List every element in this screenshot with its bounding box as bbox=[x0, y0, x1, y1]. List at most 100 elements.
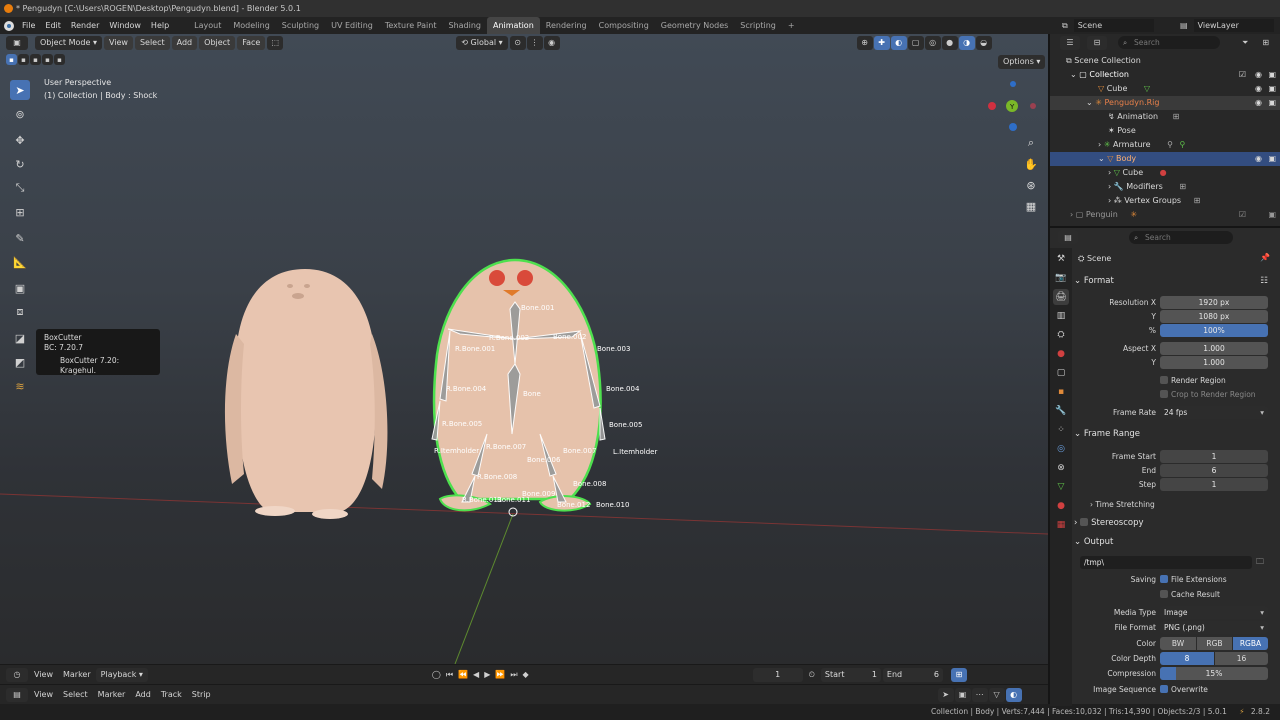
crop-region-checkbox[interactable]: Crop to Render Region bbox=[1160, 388, 1270, 401]
current-frame-field[interactable]: 1 bbox=[752, 667, 803, 682]
record-icon[interactable]: ◯ bbox=[432, 670, 441, 679]
outliner-row-cube[interactable]: ▽ Cube ▽ ◉ ▣ bbox=[1050, 82, 1280, 96]
outliner-row-modifiers[interactable]: › 🔧 Modifiers ⊞ bbox=[1050, 180, 1280, 194]
scene-selector[interactable]: ⧉ Scene bbox=[1062, 19, 1154, 32]
color-bw-option[interactable]: BW bbox=[1160, 637, 1196, 650]
properties-editor-icon[interactable]: ▤ bbox=[1058, 230, 1078, 244]
resolution-y-field[interactable]: 1080 px bbox=[1160, 310, 1268, 323]
preset-icon[interactable]: ☷ bbox=[1260, 274, 1268, 289]
workspace-tab-sculpting[interactable]: Sculpting bbox=[276, 17, 325, 34]
render-camera-icon[interactable]: ▣ bbox=[1268, 96, 1276, 110]
workspace-tab-layout[interactable]: Layout bbox=[188, 17, 227, 34]
render-camera-icon[interactable]: ▣ bbox=[1268, 82, 1276, 96]
outliner-row-vertex-groups[interactable]: › ⁂ Vertex Groups ⊞ bbox=[1050, 194, 1280, 208]
tool-tab-icon[interactable]: ⚒ bbox=[1053, 251, 1069, 267]
color-rgba-option[interactable]: RGBA bbox=[1233, 637, 1268, 650]
keyframe-icon[interactable]: ◆ bbox=[523, 670, 529, 679]
file-format-dropdown[interactable]: PNG (.png) bbox=[1160, 621, 1268, 634]
output-tab-icon[interactable]: 🖨 bbox=[1053, 289, 1069, 305]
cache-result-checkbox[interactable]: Cache Result bbox=[1160, 588, 1270, 601]
outliner-row-animation[interactable]: ↯ Animation ⊞ bbox=[1050, 110, 1280, 124]
outliner-row-penguin[interactable]: › ▢ Penguin ✳ ☑ ▣ bbox=[1050, 208, 1280, 222]
play-icon[interactable]: ▶ bbox=[484, 670, 490, 679]
seq-menu-track[interactable]: Track bbox=[156, 690, 187, 699]
particles-tab-icon[interactable]: ⁘ bbox=[1053, 422, 1069, 438]
timeline-menu-marker[interactable]: Marker bbox=[58, 670, 96, 679]
compression-slider[interactable]: 15% bbox=[1160, 667, 1268, 680]
end-frame-field[interactable]: End 6 bbox=[882, 667, 943, 682]
sequencer-editor-icon[interactable]: ▤ bbox=[6, 687, 28, 702]
scene-tab-icon[interactable]: ⛭ bbox=[1053, 327, 1069, 343]
frame-end-field[interactable]: 6 bbox=[1160, 464, 1268, 477]
frame-range-panel-header[interactable]: ⌄ Frame Range bbox=[1074, 427, 1274, 442]
seq-select-icon[interactable]: ➤ bbox=[937, 687, 954, 702]
format-panel-header[interactable]: ⌄ Format ☷ bbox=[1074, 274, 1274, 289]
workspace-tab-shading[interactable]: Shading bbox=[442, 17, 487, 34]
outliner-row-scene-collection[interactable]: ⧉ Scene Collection bbox=[1050, 54, 1280, 68]
outliner-row-armature[interactable]: › ✳ Armature ⚲ ⚲ bbox=[1050, 138, 1280, 152]
frame-start-field[interactable]: 1 bbox=[1160, 450, 1268, 463]
view-layer-tab-icon[interactable]: ▥ bbox=[1053, 308, 1069, 324]
data-tab-icon[interactable]: ▽ bbox=[1053, 479, 1069, 495]
pan-hand-icon[interactable]: ✋ bbox=[1022, 155, 1040, 173]
seq-overlay-icon[interactable]: ◐ bbox=[1005, 687, 1022, 702]
timeline-view-icon[interactable]: ⊞ bbox=[950, 667, 967, 682]
file-extensions-checkbox[interactable]: File Extensions bbox=[1160, 573, 1270, 586]
workspace-tab-geometry-nodes[interactable]: Geometry Nodes bbox=[655, 17, 734, 34]
ortho-grid-icon[interactable]: ▦ bbox=[1022, 197, 1040, 215]
resolution-x-field[interactable]: 1920 px bbox=[1160, 296, 1268, 309]
filter-icon[interactable]: ⏷ bbox=[1242, 38, 1248, 48]
overwrite-checkbox[interactable]: Overwrite bbox=[1160, 683, 1270, 696]
menu-file[interactable]: File bbox=[17, 17, 40, 34]
add-workspace-button[interactable]: + bbox=[782, 17, 801, 34]
jump-end-icon[interactable]: ⏭ bbox=[510, 670, 517, 680]
color-depth-8-option[interactable]: 8 bbox=[1160, 652, 1214, 665]
workspace-tab-texture-paint[interactable]: Texture Paint bbox=[379, 17, 443, 34]
aspect-y-field[interactable]: 1.000 bbox=[1160, 356, 1268, 369]
jump-key-back-icon[interactable]: ⏪ bbox=[458, 670, 468, 679]
outliner-row-body[interactable]: ⌄ ▽ Body ◉ ▣ bbox=[1050, 152, 1280, 166]
world-tab-icon[interactable]: ● bbox=[1053, 346, 1069, 362]
display-mode-icon[interactable]: ⊟ bbox=[1087, 35, 1107, 50]
blender-logo-icon[interactable] bbox=[4, 20, 14, 31]
object-tab-icon[interactable]: ▪ bbox=[1053, 384, 1069, 400]
workspace-tab-scripting[interactable]: Scripting bbox=[734, 17, 782, 34]
render-camera-icon[interactable]: ▣ bbox=[1268, 208, 1276, 222]
aspect-x-field[interactable]: 1.000 bbox=[1160, 342, 1268, 355]
jump-key-forward-icon[interactable]: ⏩ bbox=[495, 670, 505, 679]
timeline-editor-icon[interactable]: ◷ bbox=[6, 667, 28, 682]
visibility-eye-icon[interactable]: ◉ bbox=[1255, 68, 1262, 82]
visibility-eye-icon[interactable]: ◉ bbox=[1255, 96, 1262, 110]
physics-tab-icon[interactable]: ◎ bbox=[1053, 441, 1069, 457]
modifier-tab-icon[interactable]: 🔧 bbox=[1053, 403, 1069, 419]
folder-icon[interactable]: 🗀 bbox=[1256, 556, 1264, 570]
timeline-menu-view[interactable]: View bbox=[29, 670, 58, 679]
visibility-eye-icon[interactable]: ◉ bbox=[1255, 152, 1262, 166]
exclude-checkbox-icon[interactable]: ☑ bbox=[1239, 68, 1246, 82]
camera-view-icon[interactable]: ⊛ bbox=[1022, 176, 1040, 194]
workspace-tab-animation[interactable]: Animation bbox=[486, 17, 540, 34]
3d-viewport[interactable]: ▣ Object Mode ▾ View Select Add Object F… bbox=[0, 34, 1048, 664]
outliner-row-pose[interactable]: ✶ Pose bbox=[1050, 124, 1280, 138]
outliner-row-rig[interactable]: ⌄ ✳ Pengudyn.Rig ◉ ▣ bbox=[1050, 96, 1280, 110]
seq-menu-marker[interactable]: Marker bbox=[93, 690, 131, 699]
stereoscopy-checkbox[interactable] bbox=[1080, 517, 1089, 526]
workspace-tab-rendering[interactable]: Rendering bbox=[540, 17, 593, 34]
menu-edit[interactable]: Edit bbox=[40, 17, 66, 34]
new-collection-icon[interactable]: ⊞ bbox=[1262, 38, 1269, 47]
seq-menu-add[interactable]: Add bbox=[130, 690, 156, 699]
collection-tab-icon[interactable]: ▢ bbox=[1053, 365, 1069, 381]
menu-window[interactable]: Window bbox=[104, 17, 146, 34]
pin-icon[interactable]: 📌 bbox=[1260, 253, 1270, 262]
frame-rate-dropdown[interactable]: 24 fps bbox=[1160, 406, 1268, 419]
outliner-row-body-cube[interactable]: › ▽ Cube ● bbox=[1050, 166, 1280, 180]
time-stretching-subpanel[interactable]: › Time Stretching bbox=[1090, 498, 1240, 511]
seq-snap-icon[interactable]: ⋯ bbox=[971, 687, 988, 702]
material-tab-icon[interactable]: ● bbox=[1053, 498, 1069, 514]
workspace-tab-uv-editing[interactable]: UV Editing bbox=[325, 17, 379, 34]
outliner-editor-icon[interactable]: ☰ bbox=[1060, 35, 1080, 50]
seq-menu-view[interactable]: View bbox=[29, 690, 58, 699]
render-tab-icon[interactable]: 📷 bbox=[1053, 270, 1069, 286]
stereoscopy-panel-header[interactable]: › Stereoscopy bbox=[1074, 516, 1274, 531]
exclude-checkbox-icon[interactable]: ☑ bbox=[1239, 208, 1246, 222]
